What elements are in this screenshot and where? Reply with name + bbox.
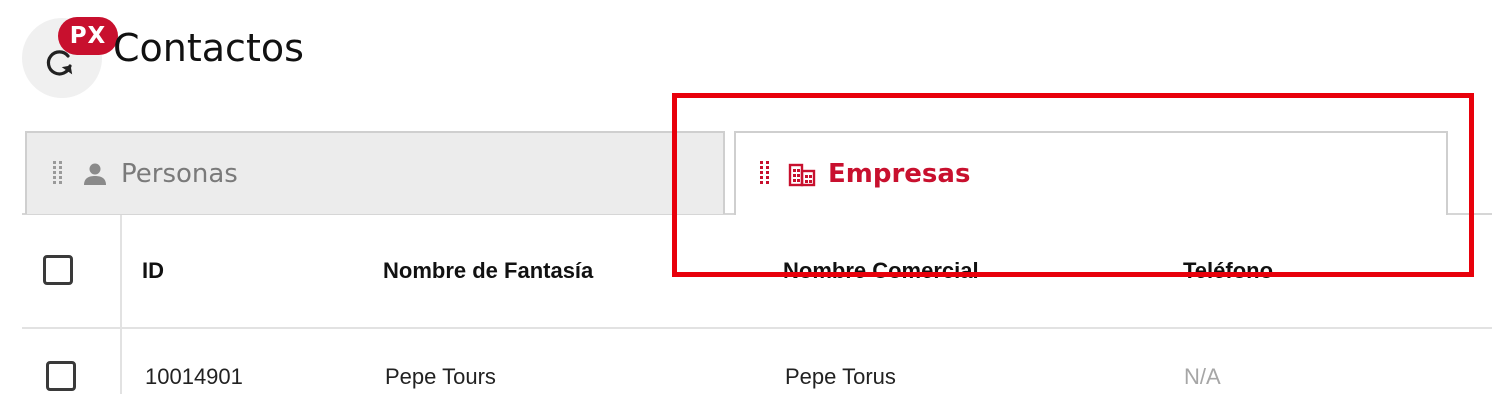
building-icon — [788, 163, 816, 187]
column-header-nombre-fantasia[interactable]: Nombre de Fantasía — [383, 258, 593, 284]
px-badge: PX — [58, 17, 118, 55]
tab-personas-label: Personas — [121, 158, 238, 189]
column-header-nombre-comercial[interactable]: Nombre Comercial — [783, 258, 979, 284]
column-header-telefono[interactable]: Teléfono — [1183, 258, 1273, 284]
drag-handle-icon[interactable] — [760, 161, 770, 187]
cell-id: 10014901 — [145, 364, 243, 389]
tab-empresas[interactable]: Empresas — [734, 131, 1448, 215]
page-title: Contactos — [113, 26, 304, 70]
select-all-checkbox[interactable] — [43, 255, 73, 285]
cell-nombre-fantasia: Pepe Tours — [385, 364, 496, 389]
row-checkbox[interactable] — [46, 361, 76, 391]
tab-personas[interactable]: Personas — [25, 131, 725, 214]
table-column-divider — [120, 215, 122, 394]
tab-empresas-label: Empresas — [828, 159, 971, 189]
person-icon — [84, 163, 106, 185]
table-row-divider — [22, 327, 1492, 329]
cell-telefono: N/A — [1184, 364, 1221, 389]
column-header-id[interactable]: ID — [142, 258, 164, 284]
cell-nombre-comercial: Pepe Torus — [785, 364, 896, 389]
drag-handle-icon[interactable] — [53, 160, 63, 187]
